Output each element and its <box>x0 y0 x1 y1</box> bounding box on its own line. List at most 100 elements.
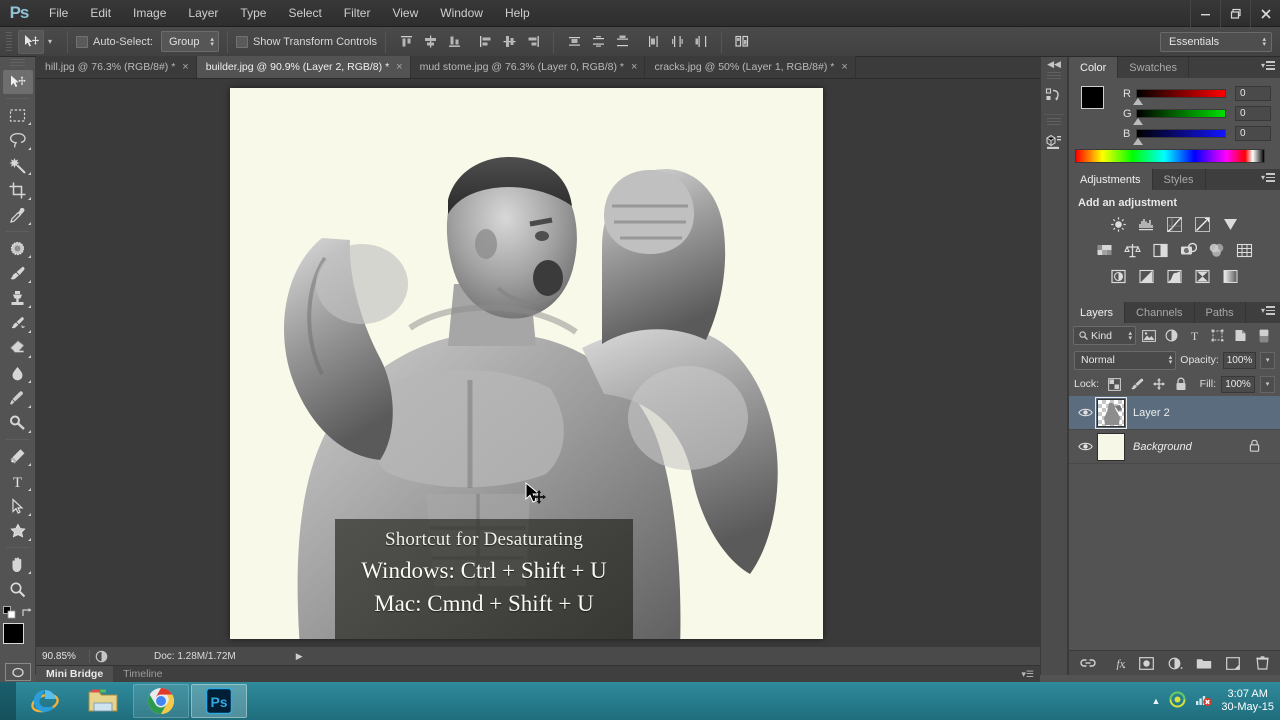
options-bar-grip[interactable] <box>6 32 12 52</box>
close-icon[interactable]: × <box>182 61 188 73</box>
align-top-edges-icon[interactable] <box>395 31 417 53</box>
lock-all-icon[interactable] <box>1172 376 1189 393</box>
distribute-horizontal-centers-icon[interactable] <box>666 31 688 53</box>
layers-panel-menu-icon[interactable]: ▾ <box>1261 306 1275 315</box>
menu-help[interactable]: Help <box>494 0 541 27</box>
levels-icon[interactable] <box>1136 215 1157 234</box>
blur-tool[interactable] <box>3 386 33 410</box>
color-lookup-icon[interactable] <box>1234 241 1255 260</box>
clock[interactable]: 3:07 AM 30-May-15 <box>1221 688 1274 714</box>
taskbar-internet-explorer[interactable] <box>17 684 73 718</box>
document-tab-cracks[interactable]: cracks.jpg @ 50% (Layer 1, RGB/8#) * × <box>645 56 855 78</box>
path-selection-tool[interactable] <box>3 494 33 518</box>
menu-layer[interactable]: Layer <box>177 0 229 27</box>
align-vertical-centers-icon[interactable] <box>419 31 441 53</box>
close-icon[interactable]: × <box>631 61 637 73</box>
mini-bridge-panel-icon[interactable] <box>1041 127 1067 157</box>
align-right-edges-icon[interactable] <box>522 31 544 53</box>
brightness-contrast-icon[interactable] <box>1108 215 1129 234</box>
magic-wand-tool[interactable] <box>3 153 33 177</box>
color-panel-menu-icon[interactable]: ▾ <box>1261 61 1275 70</box>
color-panel-foreground-swatch[interactable] <box>1081 86 1104 109</box>
blue-value[interactable]: 0 <box>1235 126 1271 141</box>
hand-tool[interactable] <box>3 552 33 576</box>
black-white-icon[interactable] <box>1150 241 1171 260</box>
threshold-icon[interactable] <box>1164 267 1185 286</box>
channel-mixer-icon[interactable] <box>1206 241 1227 260</box>
opacity-chevron-down-icon[interactable]: ▾ <box>1260 352 1275 369</box>
start-button[interactable] <box>0 682 16 720</box>
lock-image-pixels-icon[interactable] <box>1128 376 1145 393</box>
foreground-color-swatch[interactable] <box>3 623 24 644</box>
show-hidden-icons-icon[interactable]: ▲ <box>1152 696 1161 706</box>
canvas-area[interactable]: Shortcut for Desaturating Windows: Ctrl … <box>36 79 1040 646</box>
pen-tool[interactable] <box>3 444 33 468</box>
eraser-tool[interactable] <box>3 336 33 360</box>
layer-visibility-toggle[interactable] <box>1073 407 1097 418</box>
document-tab-mud-stome[interactable]: mud stome.jpg @ 76.3% (Layer 0, RGB/8) *… <box>411 56 646 78</box>
document-tab-hill[interactable]: hill.jpg @ 76.3% (RGB/8#) * × <box>36 56 197 78</box>
fill-chevron-down-icon[interactable]: ▾ <box>1260 376 1275 393</box>
color-panel-swatches[interactable] <box>1081 86 1115 120</box>
taskbar-file-explorer[interactable] <box>75 684 131 718</box>
green-value[interactable]: 0 <box>1235 106 1271 121</box>
tab-swatches[interactable]: Swatches <box>1118 57 1189 78</box>
exposure-icon[interactable] <box>1192 215 1213 234</box>
taskbar-google-chrome[interactable] <box>133 684 189 718</box>
move-tool-icon[interactable] <box>18 30 44 54</box>
tab-timeline[interactable]: Timeline <box>113 666 172 683</box>
filter-shape-icon[interactable] <box>1207 326 1228 346</box>
invert-icon[interactable] <box>1108 267 1129 286</box>
rectangular-marquee-tool[interactable] <box>3 103 33 127</box>
swap-colors-icon[interactable] <box>21 607 33 619</box>
menu-type[interactable]: Type <box>229 0 277 27</box>
tab-mini-bridge[interactable]: Mini Bridge <box>36 666 113 683</box>
close-icon[interactable]: × <box>841 61 847 73</box>
lasso-tool[interactable] <box>3 128 33 152</box>
table-row[interactable]: Layer 2 <box>1069 396 1280 430</box>
taskbar-photoshop[interactable]: Ps <box>191 684 247 718</box>
tools-panel-grip[interactable] <box>10 59 25 68</box>
tab-styles[interactable]: Styles <box>1153 169 1206 190</box>
filter-adjustment-icon[interactable] <box>1161 326 1182 346</box>
layer-name[interactable]: Background <box>1133 441 1249 453</box>
zoom-tool[interactable] <box>3 577 33 601</box>
tab-color[interactable]: Color <box>1069 57 1118 78</box>
brush-tool[interactable] <box>3 261 33 285</box>
align-left-edges-icon[interactable] <box>474 31 496 53</box>
gradient-map-icon[interactable] <box>1220 267 1241 286</box>
default-colors-icon[interactable] <box>3 606 16 619</box>
distribute-vertical-centers-icon[interactable] <box>587 31 609 53</box>
green-slider-thumb[interactable] <box>1133 118 1143 125</box>
auto-select-checkbox[interactable] <box>76 36 88 48</box>
menu-edit[interactable]: Edit <box>79 0 122 27</box>
custom-shape-tool[interactable] <box>3 519 33 543</box>
table-row[interactable]: Background <box>1069 430 1280 464</box>
align-bottom-edges-icon[interactable] <box>443 31 465 53</box>
eyedropper-tool[interactable] <box>3 203 33 227</box>
filter-pixel-icon[interactable] <box>1138 326 1159 346</box>
filter-toggle-icon[interactable] <box>1253 326 1274 346</box>
green-slider[interactable] <box>1136 109 1226 118</box>
posterize-icon[interactable] <box>1136 267 1157 286</box>
zoom-level-field[interactable]: 90.85% <box>36 651 84 662</box>
distribute-bottom-edges-icon[interactable] <box>611 31 633 53</box>
close-icon[interactable]: × <box>396 61 402 73</box>
close-button[interactable] <box>1250 0 1280 27</box>
workspace-dropdown[interactable]: Essentials ▴▾ <box>1160 32 1272 52</box>
history-panel-icon[interactable] <box>1041 81 1067 111</box>
color-spectrum-ramp[interactable] <box>1075 149 1265 163</box>
tab-layers[interactable]: Layers <box>1069 302 1125 323</box>
restore-button[interactable] <box>1220 0 1250 27</box>
menu-file[interactable]: File <box>38 0 79 27</box>
new-adjustment-layer-icon[interactable] <box>1167 655 1184 672</box>
filter-smart-object-icon[interactable] <box>1230 326 1251 346</box>
dodge-tool[interactable] <box>3 411 33 435</box>
tab-channels[interactable]: Channels <box>1125 302 1194 323</box>
opacity-value[interactable]: 100% <box>1223 352 1256 369</box>
volume-muted-icon[interactable] <box>1195 691 1212 711</box>
horizontal-type-tool[interactable]: T <box>3 469 33 493</box>
dock-grip-2[interactable] <box>1047 118 1061 125</box>
blue-slider-thumb[interactable] <box>1133 138 1143 145</box>
crop-tool[interactable] <box>3 178 33 202</box>
